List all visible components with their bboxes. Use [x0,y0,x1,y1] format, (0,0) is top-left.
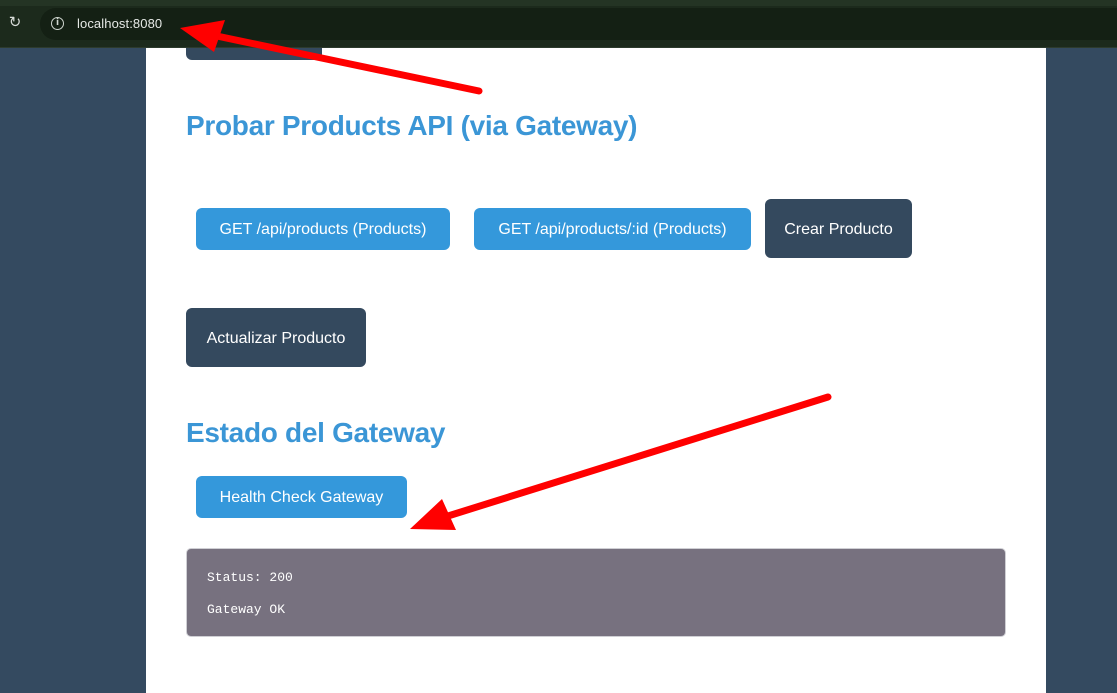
get-product-by-id-button[interactable]: GET /api/products/:id (Products) [474,208,751,250]
get-products-button[interactable]: GET /api/products (Products) [196,208,450,250]
response-message-line: Gateway OK [207,602,286,617]
browser-toolbar: ↻ i localhost:8080 [0,0,1117,48]
site-info-icon[interactable]: i [51,17,64,30]
response-output-box: Status: 200 Gateway OK [186,548,1006,637]
tab-strip-edge [0,0,1117,6]
page-content: Probar Products API (via Gateway) GET /a… [146,48,1046,693]
reload-icon[interactable]: ↻ [6,13,24,31]
address-bar[interactable]: i localhost:8080 [40,8,1117,40]
update-product-button[interactable]: Actualizar Producto [186,308,366,367]
health-check-button[interactable]: Health Check Gateway [196,476,407,518]
create-product-button[interactable]: Crear Producto [765,199,912,258]
response-status-line: Status: 200 [207,570,293,585]
url-text[interactable]: localhost:8080 [77,16,162,31]
partially-visible-button[interactable] [186,48,322,60]
gateway-section-title: Estado del Gateway [186,417,446,448]
products-section-title: Probar Products API (via Gateway) [186,110,638,141]
